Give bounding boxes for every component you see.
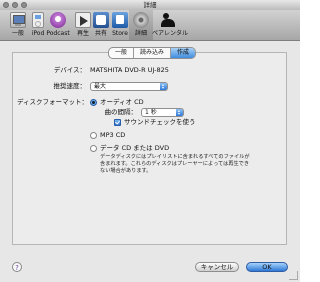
- data-cd-label: データ CD または DVD: [100, 144, 170, 152]
- speed-select[interactable]: 最大: [90, 82, 168, 91]
- window-controls: [3, 2, 27, 8]
- help-button[interactable]: ?: [12, 262, 22, 272]
- general-icon: [10, 12, 26, 28]
- speed-label: 推奨速度：: [53, 82, 87, 90]
- parental-icon: [160, 12, 176, 28]
- soundcheck-label: サウンドチェックを使う: [124, 118, 196, 126]
- soundcheck-checkbox[interactable]: [114, 119, 121, 126]
- device-value: MATSHITA DVD-R UJ-825: [90, 66, 169, 74]
- data-disc-description: データディスクにはプレイリストに含まれるすべてのファイルが含まれます。これらのデ…: [100, 154, 250, 174]
- share-icon: [93, 12, 109, 28]
- ipod-icon: [32, 12, 44, 28]
- mp3-cd-label: MP3 CD: [100, 131, 126, 139]
- select-arrows-icon: [160, 83, 167, 90]
- disc-format-label: ディスクフォーマット：: [16, 98, 88, 106]
- zoom-window-button[interactable]: [21, 2, 27, 8]
- close-window-button[interactable]: [3, 2, 9, 8]
- title-bar: 詳細: [0, 0, 300, 10]
- toolbar-parental[interactable]: ペアレンタル: [150, 10, 188, 40]
- audio-cd-radio[interactable]: [90, 99, 97, 106]
- tab-bar: 一般 読み込み 作成: [108, 47, 197, 59]
- window-title: 詳細: [143, 1, 157, 9]
- ok-button[interactable]: OK: [246, 262, 288, 272]
- resize-handle-icon[interactable]: [289, 271, 298, 280]
- device-label: デバイス：: [53, 66, 86, 74]
- cancel-button[interactable]: キャンセル: [195, 262, 239, 272]
- tab-burning[interactable]: 作成: [171, 48, 196, 58]
- preferences-window: 詳細 一般 iPod Podcast 再生 共有 Store 詳細 ペアレンタル…: [0, 0, 300, 282]
- mp3-cd-radio[interactable]: [90, 132, 97, 139]
- speed-select-value: 最大: [94, 83, 107, 90]
- tab-importing[interactable]: 読み込み: [134, 48, 172, 58]
- minimize-window-button[interactable]: [12, 2, 18, 8]
- toolbar: 一般 iPod Podcast 再生 共有 Store 詳細 ペアレンタル: [0, 10, 300, 41]
- select-arrows-icon: [176, 109, 183, 116]
- toolbar-parental-label: ペアレンタル: [151, 30, 188, 37]
- gap-select-value: 1 秒: [145, 109, 157, 116]
- audio-cd-label: オーディオ CD: [100, 98, 144, 106]
- tab-general[interactable]: 一般: [109, 48, 135, 58]
- store-icon: [112, 12, 128, 28]
- gap-label: 曲の間隔：: [104, 108, 138, 116]
- gear-icon: [133, 12, 149, 28]
- gap-select[interactable]: 1 秒: [141, 108, 184, 117]
- data-cd-radio[interactable]: [90, 145, 97, 152]
- podcast-icon: [50, 12, 66, 28]
